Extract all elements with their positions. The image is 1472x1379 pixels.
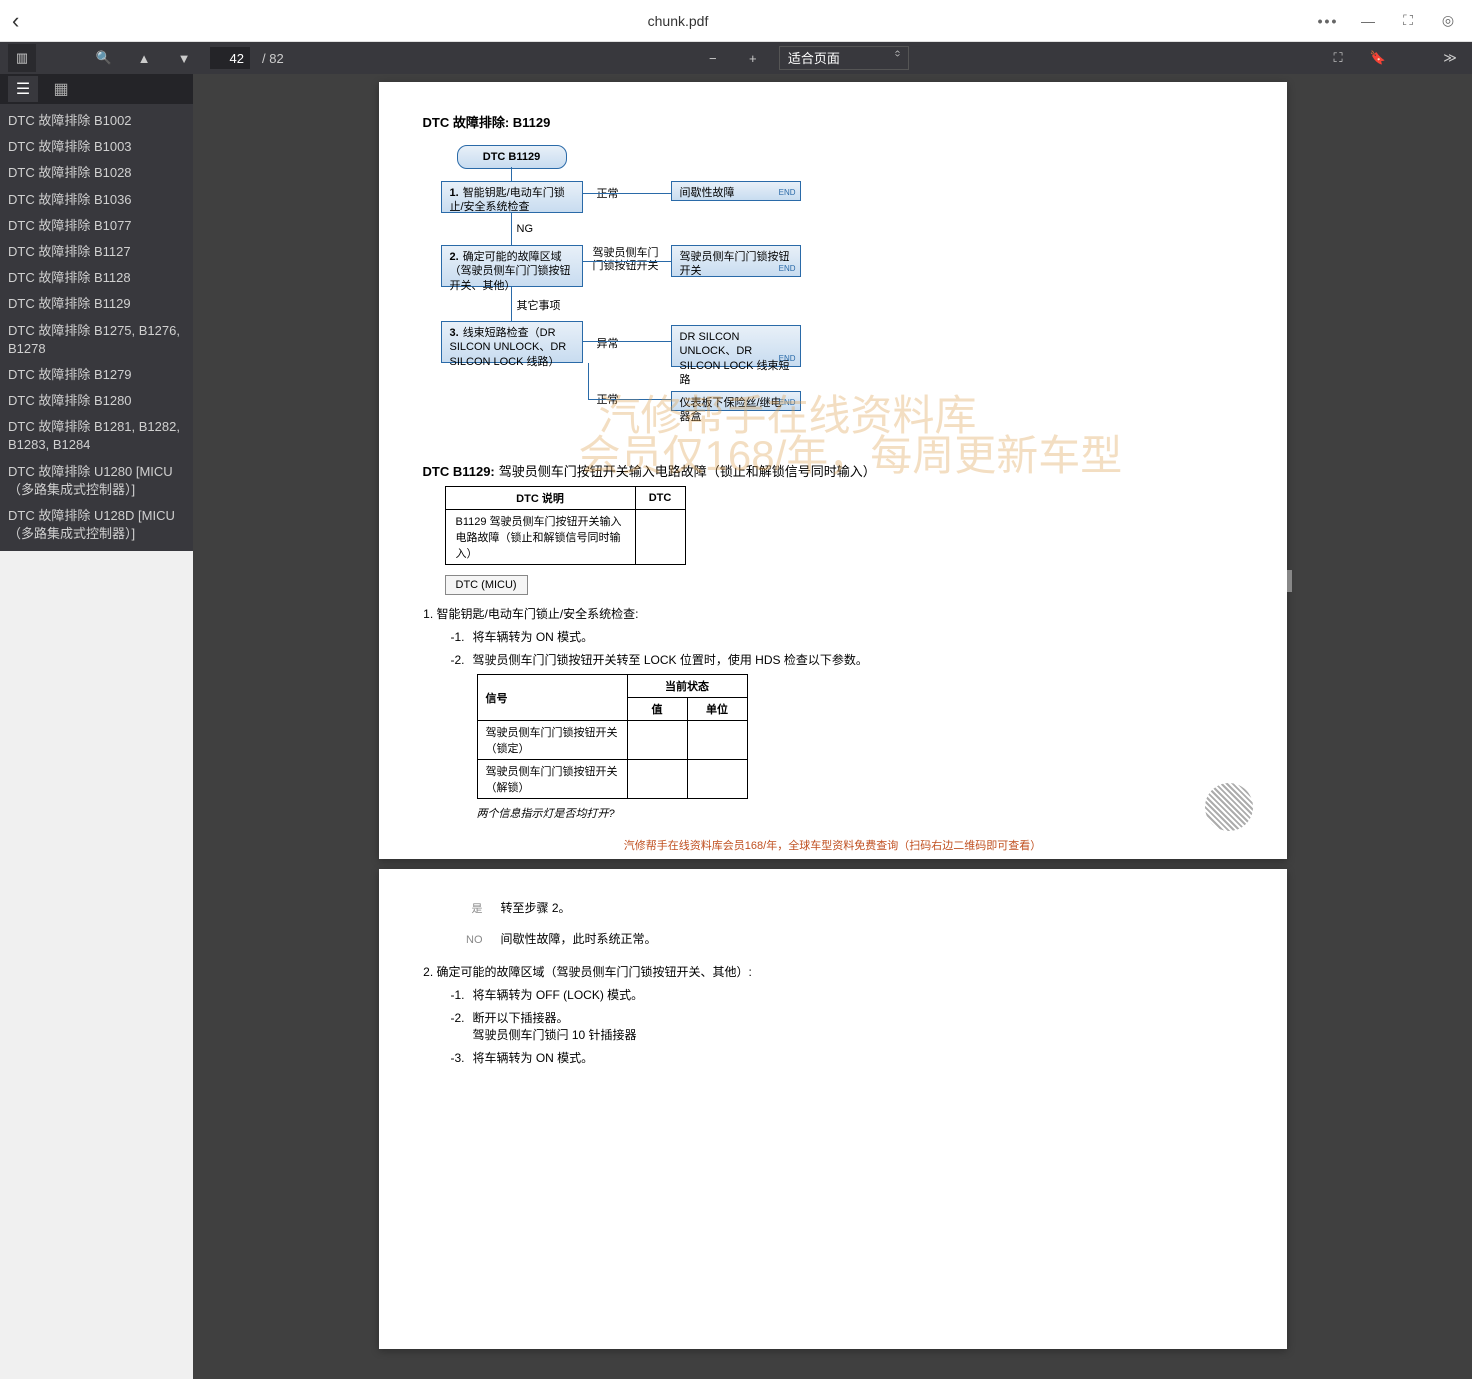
section-title: DTC B1129:驾驶员侧车门按钮开关输入电路故障（锁止和解锁信号同时输入） <box>423 461 1243 480</box>
outline-item[interactable]: DTC 故障排除 B1280 <box>0 388 193 414</box>
qr-code-icon <box>1205 783 1253 831</box>
zoom-in-icon[interactable]: + <box>739 44 767 72</box>
dtc-table: DTC 说明DTC B1129 驾驶员侧车门按钮开关输入电路故障（锁止和解锁信号… <box>445 486 686 565</box>
search-icon[interactable]: 🔍 <box>90 44 118 72</box>
flowchart: DTC B1129 1.智能钥匙/电动车门锁止/安全系统检查 正常 间歇性故障E… <box>433 145 1243 445</box>
sidebar-toggle-icon[interactable]: ▥ <box>8 44 36 72</box>
outline-item[interactable]: DTC 故障排除 B1128 <box>0 265 193 291</box>
flow-label-ng: NG <box>517 223 534 235</box>
bookmark-icon[interactable]: 🔖 <box>1364 44 1392 72</box>
pdf-toolbar: ▥ 🔍 ▲ ▼ / 82 − + 适合页面 ⛶ 🔖 ≫ <box>0 42 1472 74</box>
thumbnails-tab-icon[interactable]: ▦ <box>46 76 76 102</box>
minimize-icon[interactable]: — <box>1356 9 1380 33</box>
substep: -2.驾驶员侧车门门锁按钮开关转至 LOCK 位置时，使用 HDS 检查以下参数… <box>451 651 1243 821</box>
outline-tab-icon[interactable]: ☰ <box>8 76 38 102</box>
flow-result-4: 仪表板下保险丝/继电器盒END <box>671 391 801 411</box>
window-title: chunk.pdf <box>40 13 1316 29</box>
signal-table: 信号当前状态 值单位 驾驶员侧车门门锁按钮开关（锁定） 驾驶员侧车门门锁按钮开关… <box>477 674 748 799</box>
presentation-icon[interactable]: ⛶ <box>1324 44 1352 72</box>
page-down-icon[interactable]: ▼ <box>170 44 198 72</box>
flow-label-abn: 异常 <box>597 335 619 351</box>
substep: -1.将车辆转为 OFF (LOCK) 模式。 <box>451 986 1243 1003</box>
flow-step-2: 2.确定可能的故障区域（驾驶员侧车门门锁按钮开关、其他） <box>441 245 583 287</box>
answer-no: NO 间歇性故障，此时系统正常。 <box>459 930 1243 947</box>
tools-icon[interactable]: ≫ <box>1436 44 1464 72</box>
zoom-out-icon[interactable]: − <box>699 44 727 72</box>
flow-result-3: DR SILCON UNLOCK、DR SILCON LOCK 线束短路END <box>671 325 801 367</box>
dtc-button[interactable]: DTC (MICU) <box>445 575 528 595</box>
page-heading: DTC 故障排除: B1129 <box>423 112 1243 131</box>
outline-item[interactable]: DTC 故障排除 U128D [MICU（多路集成式控制器）] <box>0 503 193 547</box>
scrollbar-thumb[interactable] <box>1287 570 1292 592</box>
outline-item[interactable]: DTC 故障排除 B1036 <box>0 187 193 213</box>
outline-item[interactable]: DTC 故障排除 B1281, B1282, B1283, B1284 <box>0 414 193 458</box>
outline-item[interactable]: DTC 故障排除 B1279 <box>0 362 193 388</box>
pdf-page: 是 转至步骤 2。 NO 间歇性故障，此时系统正常。 确定可能的故障区域（驾驶员… <box>379 869 1287 1349</box>
flow-step-1: 1.智能钥匙/电动车门锁止/安全系统检查 <box>441 181 583 213</box>
flow-label-other: 其它事项 <box>517 297 561 313</box>
outline-item[interactable]: DTC 故障排除 B1003 <box>0 134 193 160</box>
sidebar-tabs: ☰ ▦ <box>0 74 193 104</box>
flow-step-3: 3.线束短路检查（DR SILCON UNLOCK、DR SILCON LOCK… <box>441 321 583 363</box>
flow-start: DTC B1129 <box>457 145 567 169</box>
outline-item[interactable]: DTC 故障排除 B1275, B1276, B1278 <box>0 318 193 362</box>
substep: -3.将车辆转为 ON 模式。 <box>451 1049 1243 1066</box>
outline-item[interactable]: DTC 故障排除 B1127 <box>0 239 193 265</box>
pdf-viewer[interactable]: DTC 故障排除: B1129 DTC B1129 1.智能钥匙/电动车门锁止/… <box>193 74 1472 1379</box>
step-1: 智能钥匙/电动车门锁止/安全系统检查: -1.将车辆转为 ON 模式。 -2.驾… <box>437 605 1243 821</box>
target-icon[interactable]: ◎ <box>1436 9 1460 33</box>
titlebar: ‹ chunk.pdf ••• — ⛶ ◎ <box>0 0 1472 42</box>
outline-item[interactable]: DTC 故障排除 B1129 <box>0 291 193 317</box>
answer-yes: 是 转至步骤 2。 <box>459 899 1243 916</box>
outline-item[interactable]: DTC 故障排除 U1280 [MICU（多路集成式控制器）] <box>0 459 193 503</box>
page-number-input[interactable] <box>210 47 250 69</box>
outline-item[interactable]: DTC 故障排除 B1002 <box>0 108 193 134</box>
step-2: 确定可能的故障区域（驾驶员侧车门门锁按钮开关、其他）: -1.将车辆转为 OFF… <box>437 963 1243 1066</box>
page-up-icon[interactable]: ▲ <box>130 44 158 72</box>
maximize-icon[interactable]: ⛶ <box>1396 9 1420 33</box>
pdf-page: DTC 故障排除: B1129 DTC B1129 1.智能钥匙/电动车门锁止/… <box>379 82 1287 859</box>
back-button[interactable]: ‹ <box>12 8 40 34</box>
zoom-select[interactable]: 适合页面 <box>779 46 909 70</box>
flow-result-1: 间歇性故障END <box>671 181 801 201</box>
outline-item[interactable]: DTC 故障排除 B1028 <box>0 160 193 186</box>
step-question: 两个信息指示灯是否均打开? <box>477 805 1243 821</box>
outline-sidebar[interactable]: DTC 故障排除 B1002 DTC 故障排除 B1003 DTC 故障排除 B… <box>0 104 193 551</box>
outline-item[interactable]: DTC 故障排除 B1077 <box>0 213 193 239</box>
page-total: / 82 <box>262 51 284 66</box>
page-footer: 汽修帮手在线资料库会员168/年，全球车型资料免费查询（扫码右边二维码即可查看） <box>379 837 1287 853</box>
flow-result-2: 驾驶员侧车门门锁按钮开关END <box>671 245 801 277</box>
more-icon[interactable]: ••• <box>1316 9 1340 33</box>
substep: -1.将车辆转为 ON 模式。 <box>451 628 1243 645</box>
substep: -2.断开以下插接器。 驾驶员侧车门锁闩 10 针插接器 <box>451 1009 1243 1043</box>
